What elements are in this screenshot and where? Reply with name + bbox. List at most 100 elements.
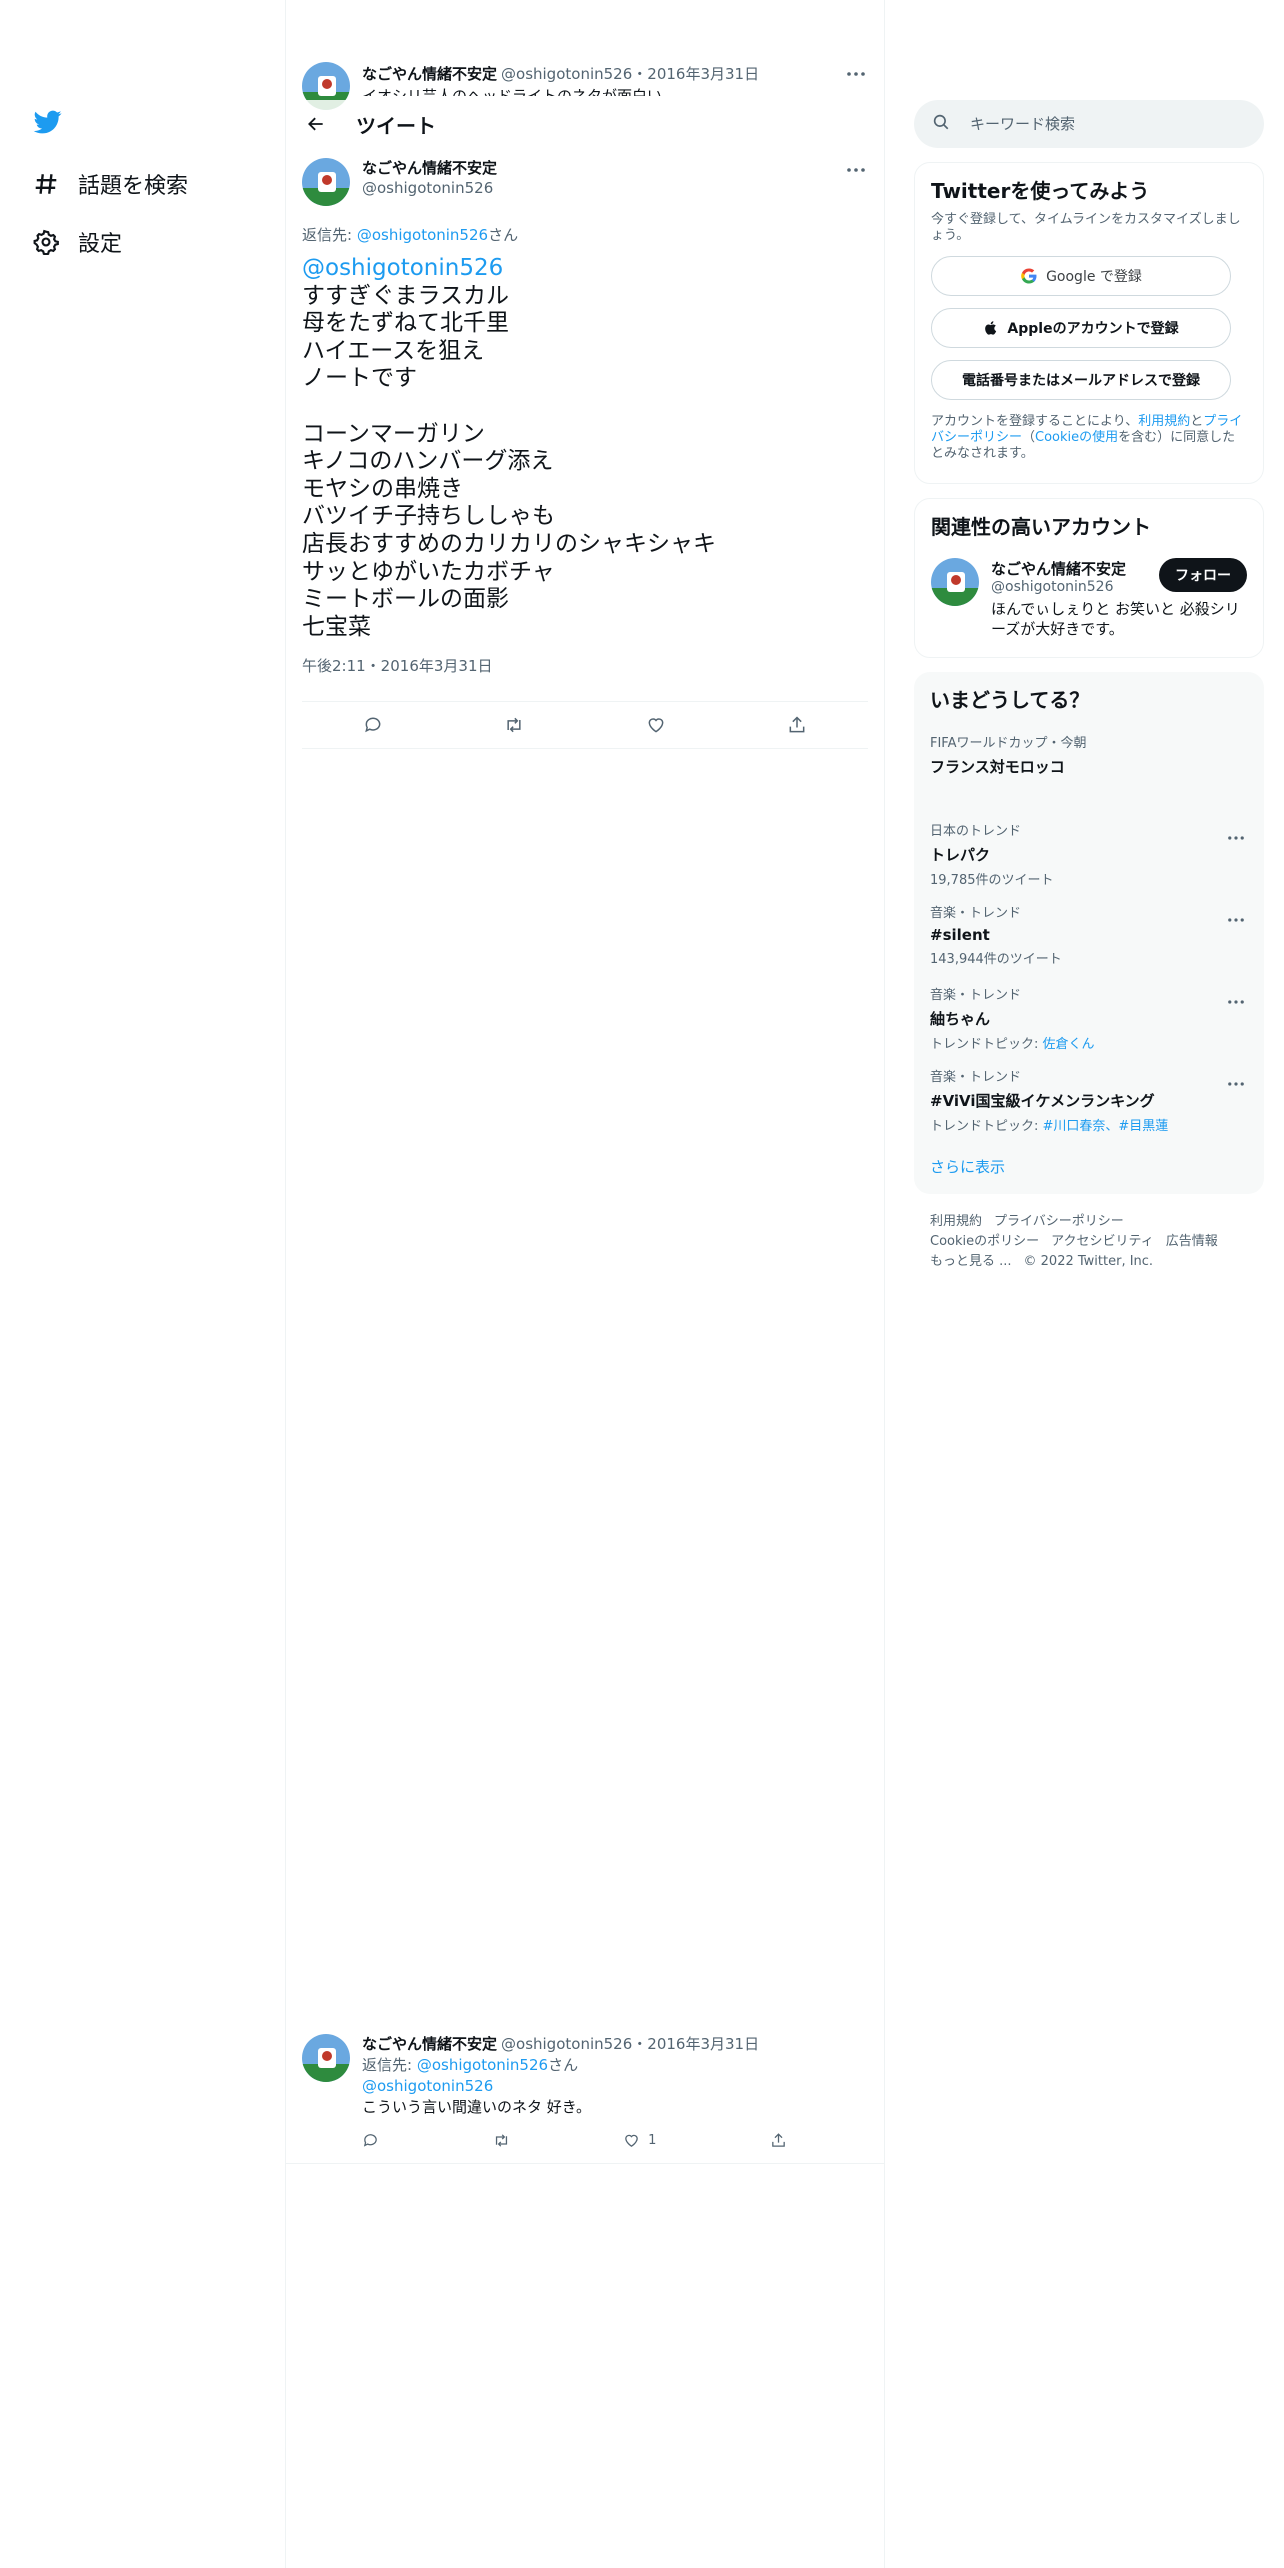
show-more-link[interactable]: さらに表示	[930, 1156, 1005, 1177]
trend-title: #ViVi国宝級イケメンランキング	[930, 1092, 1155, 1110]
like-icon[interactable]	[638, 707, 674, 743]
terms-text-2: と	[1190, 414, 1204, 429]
reply-suffix: さん	[488, 226, 519, 244]
nav-explore-label: 話題を検索	[78, 174, 189, 199]
trend-item[interactable]: 音楽・トレンド 紬ちゃん トレンドトピック: 佐倉くん	[930, 988, 1248, 1052]
footer-terms-link[interactable]: 利用規約	[930, 1214, 982, 1229]
author-name[interactable]: なごやん情緒不安定	[362, 158, 844, 178]
trends-panel: いまどうしてる？ FIFAワールドカップ・今朝 フランス対モロッコ 日本のトレン…	[914, 672, 1264, 1194]
reply-tweet[interactable]: なごやん情緒不安定 @oshigotonin526 ・ 2016年3月31日 返…	[286, 2024, 884, 2164]
terms-text-1: アカウントを登録することにより、	[931, 414, 1139, 429]
search-box[interactable]	[914, 100, 1264, 148]
nav-explore[interactable]: 話題を検索	[32, 164, 188, 204]
more-options-icon[interactable]	[844, 158, 868, 182]
search-icon	[932, 113, 950, 135]
signup-card: Twitterを使ってみよう 今すぐ登録して、タイムラインをカスタマイズしましょ…	[914, 162, 1264, 484]
reply-handle-link[interactable]: @oshigotonin526	[417, 2056, 548, 2074]
main-tweet: なごやん情緒不安定 @oshigotonin526 返信先: @oshigoto…	[302, 158, 868, 749]
search-input[interactable]	[970, 115, 1230, 133]
tweet-actions	[302, 701, 868, 749]
avatar[interactable]	[931, 558, 979, 606]
more-options-icon[interactable]	[1224, 990, 1248, 1014]
separator-dot: ・	[632, 2035, 648, 2053]
hashtag-icon	[32, 170, 60, 198]
author-name[interactable]: なごやん情緒不安定	[362, 62, 497, 86]
nav-settings[interactable]: 設定	[32, 222, 122, 262]
back-arrow-icon[interactable]	[302, 110, 330, 138]
terms-link[interactable]: 利用規約	[1138, 414, 1190, 429]
retweet-icon[interactable]	[493, 2130, 510, 2151]
trend-topic-link[interactable]: #川口春奈、#目黒蓮	[1043, 1119, 1169, 1134]
reply-prefix: 返信先:	[362, 2056, 417, 2074]
cookie-link[interactable]: Cookieの使用	[1035, 430, 1118, 445]
author-handle[interactable]: @oshigotonin526	[362, 178, 844, 198]
related-accounts-card: 関連性の高いアカウント なごやん情緒不安定 @oshigotonin526 フォ…	[914, 498, 1264, 658]
trend-item[interactable]: 音楽・トレンド #silent 143,944件のツイート	[930, 906, 1248, 967]
reply-prefix: 返信先:	[302, 226, 357, 244]
trend-title: #silent	[930, 926, 990, 944]
like-icon	[625, 2134, 638, 2147]
reply-context: 返信先: @oshigotonin526さん	[302, 224, 868, 245]
page-title: ツイート	[356, 113, 436, 138]
more-options-icon[interactable]	[1224, 826, 1248, 850]
author-handle[interactable]: @oshigotonin526	[501, 2034, 632, 2055]
follow-button[interactable]: フォロー	[1159, 558, 1247, 592]
reply-icon[interactable]	[355, 707, 391, 743]
reply-icon[interactable]	[362, 2130, 379, 2151]
trend-title: フランス対モロッコ	[930, 758, 1065, 776]
related-handle[interactable]: @oshigotonin526	[991, 579, 1126, 595]
mention-link[interactable]: @oshigotonin526	[302, 255, 503, 281]
apple-signup-button[interactable]: Appleのアカウントで登録	[931, 308, 1231, 348]
apple-icon	[985, 321, 997, 335]
tweet-actions: 1	[362, 2130, 787, 2151]
footer-accessibility-link[interactable]: アクセシビリティ	[1051, 1234, 1154, 1249]
tweet-text: イオシリ芸人のヘッドライトのネタが面白い	[362, 87, 663, 96]
signup-terms: アカウントを登録することにより、利用規約とプライバシーポリシー（Cookieの使…	[931, 414, 1247, 462]
author-handle[interactable]: @oshigotonin526	[501, 62, 632, 86]
more-options-icon[interactable]	[1224, 908, 1248, 932]
terms-text-3: （	[1022, 430, 1036, 445]
trend-item[interactable]: FIFAワールドカップ・今朝 フランス対モロッコ	[930, 736, 1248, 777]
trend-topic: トレンドトピック: 佐倉くん	[930, 1033, 1248, 1052]
trend-topic-link[interactable]: 佐倉くん	[1043, 1037, 1095, 1052]
phone-email-signup-button[interactable]: 電話番号またはメールアドレスで登録	[931, 360, 1231, 400]
more-options-icon[interactable]	[844, 62, 868, 86]
footer-ads-link[interactable]: 広告情報	[1166, 1234, 1218, 1249]
tweet-body: @oshigotonin526 すすぎぐまラスカル 母をたずねて北千里 ハイエー…	[302, 255, 868, 641]
reply-suffix: さん	[548, 2056, 579, 2074]
trend-title: 紬ちゃん	[930, 1010, 991, 1028]
footer-more-link[interactable]: もっと見る ...	[930, 1254, 1012, 1269]
related-title: 関連性の高いアカウント	[931, 515, 1151, 539]
tweet-body-text: すすぎぐまラスカル 母をたずねて北千里 ハイエースを狙え ノートです コーンマー…	[302, 282, 716, 640]
trend-category: FIFAワールドカップ・今朝	[930, 736, 1087, 751]
google-signup-button[interactable]: Google で登録	[931, 256, 1231, 296]
reply-handle-link[interactable]: @oshigotonin526	[357, 226, 488, 244]
related-name[interactable]: なごやん情緒不安定	[991, 558, 1126, 579]
signup-subtitle: 今すぐ登録して、タイムラインをカスタマイズしましょう。	[931, 212, 1241, 243]
separator-dot: ・	[632, 65, 648, 83]
mention-link[interactable]: @oshigotonin526	[362, 2076, 868, 2097]
google-icon	[1021, 268, 1037, 284]
more-options-icon[interactable]	[1224, 1072, 1248, 1096]
footer-privacy-link[interactable]: プライバシーポリシー	[994, 1214, 1124, 1229]
twitter-bird-icon[interactable]	[32, 108, 64, 140]
avatar[interactable]	[302, 158, 350, 206]
related-account[interactable]: なごやん情緒不安定 @oshigotonin526 フォロー ほんでぃしぇりと …	[931, 558, 1247, 639]
tweet-column: なごやん情緒不安定 @oshigotonin526 ・ 2016年3月31日 イ…	[286, 0, 884, 2568]
share-icon[interactable]	[779, 707, 815, 743]
trend-category: 音楽・トレンド	[930, 906, 1022, 921]
trend-item[interactable]: 日本のトレンド トレパク 19,785件のツイート	[930, 824, 1248, 888]
footer-cookie-link[interactable]: Cookieのポリシー	[930, 1234, 1039, 1249]
avatar[interactable]	[302, 2034, 350, 2082]
retweet-icon[interactable]	[496, 707, 532, 743]
footer-copyright: © 2022 Twitter, Inc.	[1023, 1254, 1154, 1269]
tweet-timestamp[interactable]: 午後2:11・2016年3月31日	[302, 655, 868, 676]
tweet-header: ツイート	[286, 100, 884, 148]
author-name[interactable]: なごやん情緒不安定	[362, 2034, 497, 2055]
nav-settings-label: 設定	[78, 232, 123, 257]
tweet-date[interactable]: 2016年3月31日	[647, 2034, 759, 2055]
share-icon[interactable]	[770, 2130, 787, 2151]
tweet-date[interactable]: 2016年3月31日	[647, 62, 759, 86]
trend-item[interactable]: 音楽・トレンド #ViVi国宝級イケメンランキング トレンドトピック: #川口春…	[930, 1070, 1248, 1134]
like-button[interactable]: 1	[623, 2130, 656, 2151]
